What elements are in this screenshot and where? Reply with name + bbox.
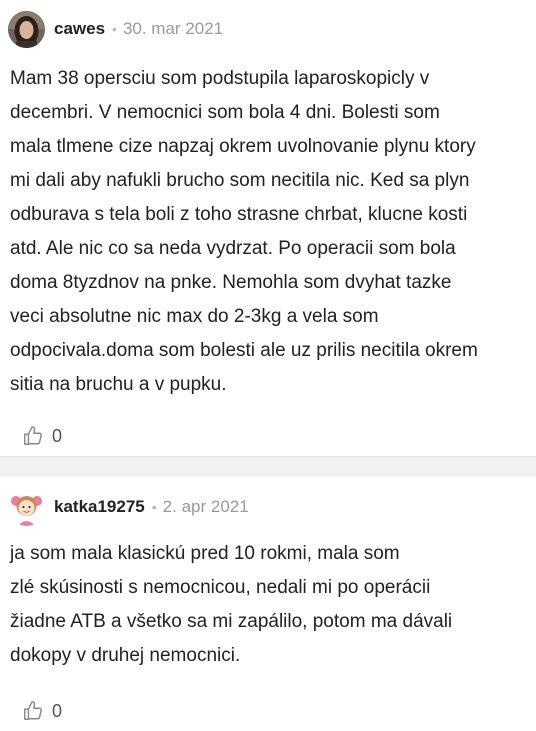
comment-header: cawes • 30. mar 2021 (0, 0, 536, 58)
thumbs-up-icon[interactable] (22, 700, 44, 722)
user-photo-avatar[interactable] (8, 10, 45, 48)
comment-post: cawes • 30. mar 2021 Mam 38 opersciu som… (0, 0, 536, 456)
like-count: 0 (52, 700, 63, 721)
post-date: 2. apr 2021 (162, 497, 249, 516)
post-date: 30. mar 2021 (122, 19, 224, 38)
like-control: 0 (0, 416, 536, 456)
thumbs-up-icon[interactable] (22, 425, 44, 447)
comment-text: Mam 38 opersciu som podstupila laparosko… (10, 68, 478, 395)
girl-cartoon-avatar[interactable] (8, 488, 45, 526)
meta-separator: • (112, 21, 117, 37)
comment-text: ja som mala klasickú pred 10 rokmi, mala… (10, 543, 453, 666)
meta-separator: • (151, 499, 157, 515)
like-count: 0 (52, 425, 63, 446)
like-control: 0 (0, 691, 536, 731)
post-divider (0, 456, 536, 477)
comment-header: katka19275 • 2. apr 2021 (0, 477, 536, 537)
comment-post: katka19275 • 2. apr 2021 ja som mala kla… (0, 477, 536, 731)
username[interactable]: cawes (54, 19, 105, 39)
username[interactable]: katka19275 (54, 497, 145, 517)
